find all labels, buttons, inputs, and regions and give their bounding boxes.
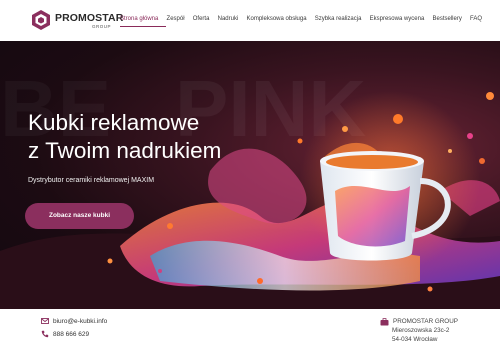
envelope-icon xyxy=(41,318,49,324)
contact-strip: biuro@e-kubki.info 888 666 629 PROMOSTAR… xyxy=(0,309,500,348)
active-nav-underline xyxy=(120,26,166,27)
mug-splash-image: PINK BE xyxy=(0,64,500,309)
hero-banner: PINK BE Kubki reklamowe z Twoim nadrukie… xyxy=(0,41,500,309)
company-name: PROMOSTAR GROUP xyxy=(393,318,458,325)
hero-heading-line-2: z Twoim nadrukiem xyxy=(28,138,222,163)
nav-item-home[interactable]: Strona główna xyxy=(120,16,158,22)
nav-item-fast-delivery[interactable]: Szybka realizacja xyxy=(315,16,362,22)
promostar-logo-icon[interactable] xyxy=(30,9,52,31)
hero-heading: Kubki reklamowe z Twoim nadrukiem xyxy=(28,109,221,165)
company-city: 54-034 Wrocław xyxy=(392,336,438,343)
contact-phone[interactable]: 888 666 629 xyxy=(41,330,89,338)
site-header: PROMOSTAR GROUP Strona główna Zespół Ofe… xyxy=(0,0,500,41)
nav-item-express-quote[interactable]: Ekspresowa wycena xyxy=(370,16,425,22)
nav-item-bestsellers[interactable]: Bestsellery xyxy=(433,16,462,22)
briefcase-icon xyxy=(380,317,389,325)
see-mugs-button[interactable]: Zobacz nasze kubki xyxy=(25,203,134,229)
brand-name[interactable]: PROMOSTAR xyxy=(55,13,123,24)
phone-link[interactable]: 888 666 629 xyxy=(53,331,89,338)
nav-item-offer[interactable]: Oferta xyxy=(193,16,210,22)
nav-item-team[interactable]: Zespół xyxy=(167,16,185,22)
email-link[interactable]: biuro@e-kubki.info xyxy=(53,318,107,325)
contact-email[interactable]: biuro@e-kubki.info xyxy=(41,317,107,325)
main-navigation: Strona główna Zespół Oferta Nadruki Komp… xyxy=(120,16,490,22)
company-street: Mieroszowska 23c-2 xyxy=(392,327,450,334)
company-address: PROMOSTAR GROUP Mieroszowska 23c-2 54-03… xyxy=(380,317,458,344)
hero-subtitle: Dystrybutor ceramiki reklamowej MAXIM xyxy=(28,177,155,184)
nav-item-full-service[interactable]: Kompleksowa obsługa xyxy=(247,16,307,22)
nav-item-faq[interactable]: FAQ xyxy=(470,16,482,22)
phone-icon xyxy=(41,330,49,338)
nav-item-prints[interactable]: Nadruki xyxy=(218,16,239,22)
brand-subtitle: GROUP xyxy=(92,24,112,29)
hero-heading-line-1: Kubki reklamowe xyxy=(28,110,200,135)
